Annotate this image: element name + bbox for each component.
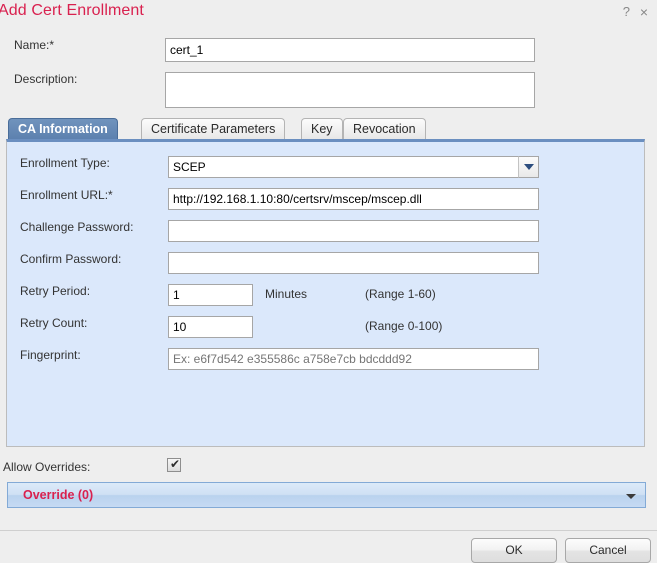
confirm-password-input[interactable]: [168, 252, 539, 274]
retry-period-unit: Minutes: [265, 287, 308, 301]
tab-revocation[interactable]: Revocation: [343, 118, 426, 140]
override-section-toggle[interactable]: Override (0): [7, 482, 646, 508]
tab-bar: CA Information Certificate Parameters Ke…: [0, 118, 657, 140]
tab-key[interactable]: Key: [301, 118, 343, 140]
retry-period-input[interactable]: [168, 284, 253, 306]
fingerprint-label: Fingerprint:: [20, 348, 81, 362]
ca-information-panel: Enrollment Type: SCEP Enrollment URL:* C…: [6, 139, 645, 447]
enrollment-type-label: Enrollment Type:: [20, 156, 110, 170]
top-form-section: Name:* Description:: [0, 28, 657, 110]
challenge-password-input[interactable]: [168, 220, 539, 242]
help-icon[interactable]: ?: [623, 5, 630, 19]
tab-ca-information[interactable]: CA Information: [8, 118, 118, 140]
tab-certificate-parameters[interactable]: Certificate Parameters: [141, 118, 286, 140]
footer-divider: [0, 530, 657, 531]
dialog-header: Add Cert Enrollment ? ×: [0, 0, 657, 28]
name-label: Name:*: [14, 38, 55, 52]
allow-overrides-label: Allow Overrides:: [3, 460, 91, 474]
description-label: Description:: [14, 72, 78, 86]
enrollment-url-label: Enrollment URL:*: [20, 188, 113, 202]
checkmark-icon: ✔: [170, 457, 181, 471]
retry-count-label: Retry Count:: [20, 316, 88, 330]
chevron-down-icon[interactable]: [518, 156, 539, 178]
retry-period-range: (Range 1-60): [365, 287, 436, 301]
page-title: Add Cert Enrollment: [0, 2, 144, 19]
cancel-button[interactable]: Cancel: [565, 538, 651, 563]
caret-down-icon[interactable]: [626, 494, 636, 499]
description-input[interactable]: [165, 72, 535, 108]
retry-period-label: Retry Period:: [20, 284, 91, 298]
close-icon[interactable]: ×: [640, 5, 648, 19]
enrollment-url-input[interactable]: [168, 188, 539, 210]
challenge-password-label: Challenge Password:: [20, 220, 134, 234]
retry-count-input[interactable]: [168, 316, 253, 338]
retry-count-range: (Range 0-100): [365, 319, 443, 333]
name-input[interactable]: [165, 38, 535, 62]
ok-button[interactable]: OK: [471, 538, 557, 563]
fingerprint-input[interactable]: [168, 348, 539, 370]
allow-overrides-checkbox[interactable]: ✔: [167, 457, 181, 472]
allow-overrides-row: Allow Overrides: ✔: [0, 457, 657, 478]
confirm-password-label: Confirm Password:: [20, 252, 122, 266]
enrollment-type-select[interactable]: SCEP: [168, 156, 539, 178]
override-section-label: Override (0): [23, 488, 94, 502]
